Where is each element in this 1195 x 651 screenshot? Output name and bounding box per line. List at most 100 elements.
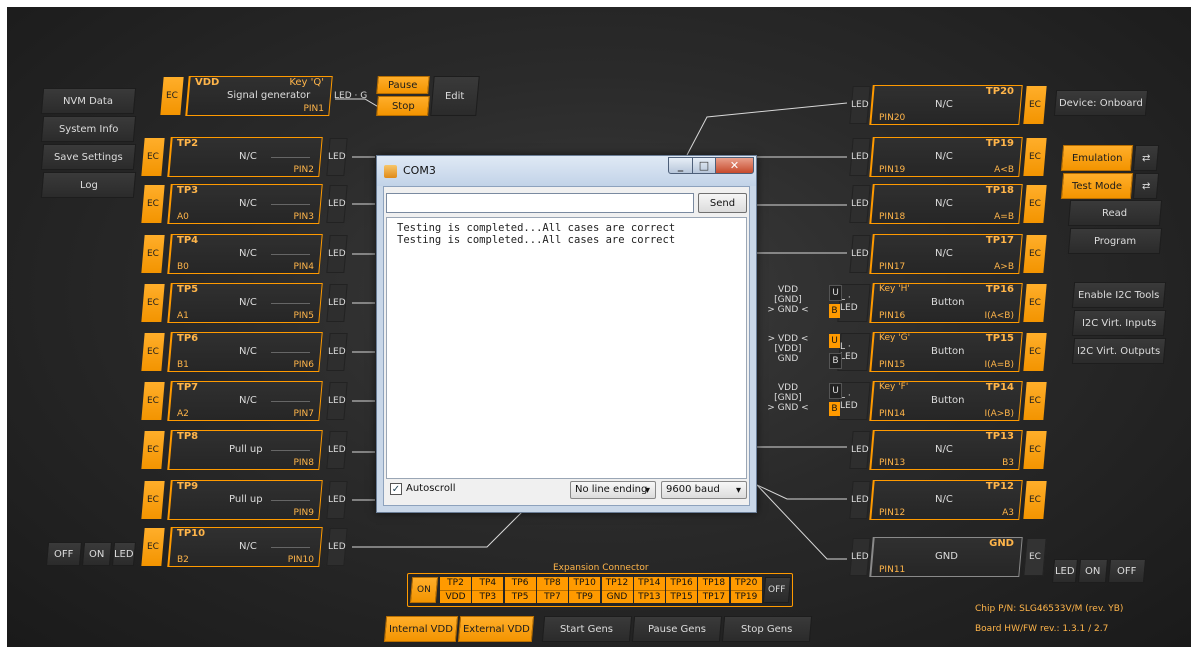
right-pin-ec-button[interactable]: EC [1023, 333, 1047, 371]
right-pin-led-button[interactable]: LED [849, 235, 871, 273]
system-info-button[interactable]: System Info [40, 116, 137, 142]
nvm-data-button[interactable]: NVM Data [40, 88, 137, 114]
expansion-pin-top[interactable]: TP8 [536, 577, 568, 590]
internal-vdd-button[interactable]: Internal VDD [383, 616, 459, 642]
expansion-pin-bottom[interactable]: TP7 [536, 590, 568, 603]
expansion-off-button[interactable]: OFF [762, 577, 792, 603]
left-pin-ec-button[interactable]: EC [141, 138, 165, 176]
left-pin-ec-button[interactable]: EC [141, 185, 165, 223]
expansion-pin-bottom[interactable]: TP3 [472, 590, 504, 603]
expansion-pin-top[interactable]: TP20 [730, 577, 762, 590]
serial-input[interactable] [386, 193, 694, 213]
expansion-pin-top[interactable]: TP16 [666, 577, 698, 590]
expansion-pin-bottom[interactable]: TP15 [666, 590, 698, 603]
expansion-pin-bottom[interactable]: TP17 [698, 590, 730, 603]
up-toggle[interactable]: U [829, 285, 842, 301]
stop-gens-button[interactable]: Stop Gens [721, 616, 813, 642]
right-pin-ec-button[interactable]: EC [1023, 235, 1047, 273]
left-pin-panel[interactable]: TP9 Pull up PIN9 [167, 480, 323, 520]
right-pin-ec-button[interactable]: EC [1023, 481, 1047, 519]
right-pin-led-button[interactable]: L · LED [837, 333, 871, 371]
right-pin-led-button[interactable]: LED [849, 538, 871, 576]
left-off-button[interactable]: OFF [45, 542, 83, 566]
signal-generator-panel[interactable]: VDD Key 'Q' Signal generator PIN1 [185, 76, 333, 116]
left-pin-led-button[interactable]: LED [326, 333, 348, 371]
right-pin-led-button[interactable]: LED [849, 185, 871, 223]
signal-gen-led-label[interactable]: LED · G [334, 91, 367, 101]
left-pin-ec-button[interactable]: EC [141, 481, 165, 519]
right-pin-panel[interactable]: TP13 N/C PIN13 B3 [869, 430, 1023, 470]
stop-button[interactable]: Stop [376, 96, 430, 116]
i2c-virt-inputs-button[interactable]: I2C Virt. Inputs [1071, 310, 1167, 336]
expansion-pin-top[interactable]: TP18 [698, 577, 730, 590]
expansion-pin-top[interactable]: TP14 [633, 577, 665, 590]
expansion-pin-top[interactable]: TP10 [569, 577, 601, 590]
test-mode-swap-icon[interactable]: ⇄ [1132, 173, 1160, 199]
test-mode-button[interactable]: Test Mode [1060, 173, 1134, 199]
left-on-button[interactable]: ON [81, 542, 113, 566]
left-pin-ec-button[interactable]: EC [141, 235, 165, 273]
right-pin-led-button[interactable]: LED [849, 431, 871, 469]
left-pin-led-button[interactable]: LED [326, 481, 348, 519]
left-pin-led-button[interactable]: LED [326, 185, 348, 223]
expansion-pin-bottom[interactable]: TP13 [633, 590, 665, 603]
button-toggle[interactable]: B [829, 304, 840, 318]
program-button[interactable]: Program [1067, 228, 1163, 254]
emulation-button[interactable]: Emulation [1060, 145, 1134, 171]
left-pin-led-button[interactable]: LED [326, 235, 348, 273]
expansion-pin-bottom[interactable]: TP9 [569, 590, 601, 603]
left-pin-ec-button[interactable]: EC [141, 431, 165, 469]
right-pin-panel[interactable]: TP12 N/C PIN12 A3 [869, 480, 1023, 520]
pause-button[interactable]: Pause [376, 76, 430, 94]
left-pin-ec-button[interactable]: EC [141, 528, 165, 566]
left-pin-ec-button[interactable]: EC [141, 382, 165, 420]
left-pin-panel[interactable]: TP5 N/C A1 PIN5 [167, 283, 323, 323]
baud-rate-select[interactable]: 9600 baud ▾ [661, 481, 747, 499]
i2c-virt-outputs-button[interactable]: I2C Virt. Outputs [1071, 338, 1167, 364]
left-led-button[interactable]: LED [111, 542, 137, 566]
left-pin-panel[interactable]: TP8 Pull up PIN8 [167, 430, 323, 470]
left-pin-led-button[interactable]: LED [326, 284, 348, 322]
left-pin-ec-button[interactable]: EC [141, 284, 165, 322]
right-on-button[interactable]: ON [1077, 559, 1109, 583]
maximize-button[interactable]: □ [692, 157, 716, 174]
right-pin-ec-button[interactable]: EC [1023, 382, 1047, 420]
line-ending-select[interactable]: No line ending ▾ [570, 481, 656, 499]
button-toggle[interactable]: B [829, 402, 840, 416]
com3-title-bar[interactable]: COM3 _ □ ✕ [377, 156, 756, 186]
expansion-pin-bottom[interactable]: TP5 [504, 590, 536, 603]
read-button[interactable]: Read [1067, 200, 1163, 226]
up-toggle[interactable]: U [829, 334, 840, 348]
right-pin-panel[interactable]: Key 'H' TP16 Button PIN16 I(A<B) [869, 283, 1023, 323]
pause-gens-button[interactable]: Pause Gens [631, 616, 723, 642]
right-pin-panel[interactable]: Key 'F' TP14 Button PIN14 I(A>B) [869, 381, 1023, 421]
left-pin-led-button[interactable]: LED [326, 528, 348, 566]
left-pin-ec-button[interactable]: EC [141, 333, 165, 371]
right-pin-led-button[interactable]: LED [849, 86, 871, 124]
left-pin-panel[interactable]: TP10 N/C B2 PIN10 [167, 527, 323, 567]
minimize-button[interactable]: _ [668, 157, 693, 174]
left-pin-led-button[interactable]: LED [326, 138, 348, 176]
expansion-pin-top[interactable]: TP6 [504, 577, 536, 590]
enable-i2c-tools-button[interactable]: Enable I2C Tools [1071, 282, 1167, 308]
edit-button[interactable]: Edit [430, 76, 480, 116]
signal-gen-ec-button[interactable]: EC [160, 77, 184, 115]
pull-mode-selector[interactable]: VDD [GND] > GND < [765, 285, 811, 315]
right-pin-panel[interactable]: TP18 N/C PIN18 A=B [869, 184, 1023, 224]
start-gens-button[interactable]: Start Gens [541, 616, 633, 642]
left-pin-led-button[interactable]: LED [326, 382, 348, 420]
right-pin-led-button[interactable]: L · LED [837, 284, 871, 322]
autoscroll-checkbox[interactable]: ✓ [390, 483, 402, 495]
expansion-pin-bottom[interactable]: VDD [440, 590, 471, 603]
left-pin-panel[interactable]: TP2 N/C PIN2 [167, 137, 323, 177]
left-pin-panel[interactable]: TP6 N/C B1 PIN6 [167, 332, 323, 372]
save-settings-button[interactable]: Save Settings [40, 144, 137, 170]
right-pin-ec-button[interactable]: EC [1023, 138, 1047, 176]
expansion-pin-top[interactable]: TP4 [472, 577, 504, 590]
right-pin-led-button[interactable]: LED [849, 481, 871, 519]
right-off-button[interactable]: OFF [1107, 559, 1147, 583]
external-vdd-button[interactable]: External VDD [457, 616, 535, 642]
serial-output[interactable]: Testing is completed...All cases are cor… [386, 217, 747, 479]
right-pin-ec-button[interactable]: EC [1023, 86, 1047, 124]
right-pin-panel[interactable]: TP17 N/C PIN17 A>B [869, 234, 1023, 274]
